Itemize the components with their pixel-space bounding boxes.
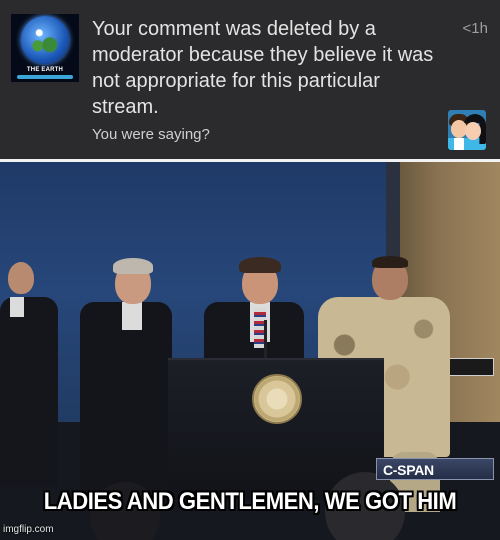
notification-card[interactable]: THE EARTH Your comment was deleted by a … xyxy=(0,0,500,162)
avatar-collar xyxy=(454,138,464,150)
recipient-avatar[interactable] xyxy=(448,110,486,150)
person-left-suit xyxy=(0,297,58,487)
person-left-shirt xyxy=(10,297,24,317)
soldier-hair xyxy=(372,256,408,268)
person-elder-shirt xyxy=(122,302,142,330)
meme-caption: LADIES AND GENTLEMEN, WE GOT HIM xyxy=(43,488,457,515)
notification-message: Your comment was deleted by a moderator … xyxy=(92,18,434,118)
network-badge: C-SPAN xyxy=(376,458,494,480)
microphone xyxy=(264,320,267,358)
person-elder-hair xyxy=(113,258,153,274)
watermark: imgflip.com xyxy=(3,524,54,535)
person-left-head xyxy=(8,262,34,294)
podium-seal-icon xyxy=(252,374,302,424)
sender-avatar[interactable]: THE EARTH xyxy=(11,14,79,82)
earth-globe-icon xyxy=(21,16,69,64)
notification-timestamp: <1h xyxy=(462,20,488,37)
video-frame: LIVE C-SPAN LADIES AND GENTLEMEN, WE GOT… xyxy=(0,162,500,540)
avatar-label: THE EARTH xyxy=(26,67,64,73)
avatar-base-decoration xyxy=(17,75,73,79)
avatar-face-right xyxy=(465,122,481,140)
speaker-hair xyxy=(239,257,281,273)
reply-text[interactable]: You were saying? xyxy=(92,126,210,143)
